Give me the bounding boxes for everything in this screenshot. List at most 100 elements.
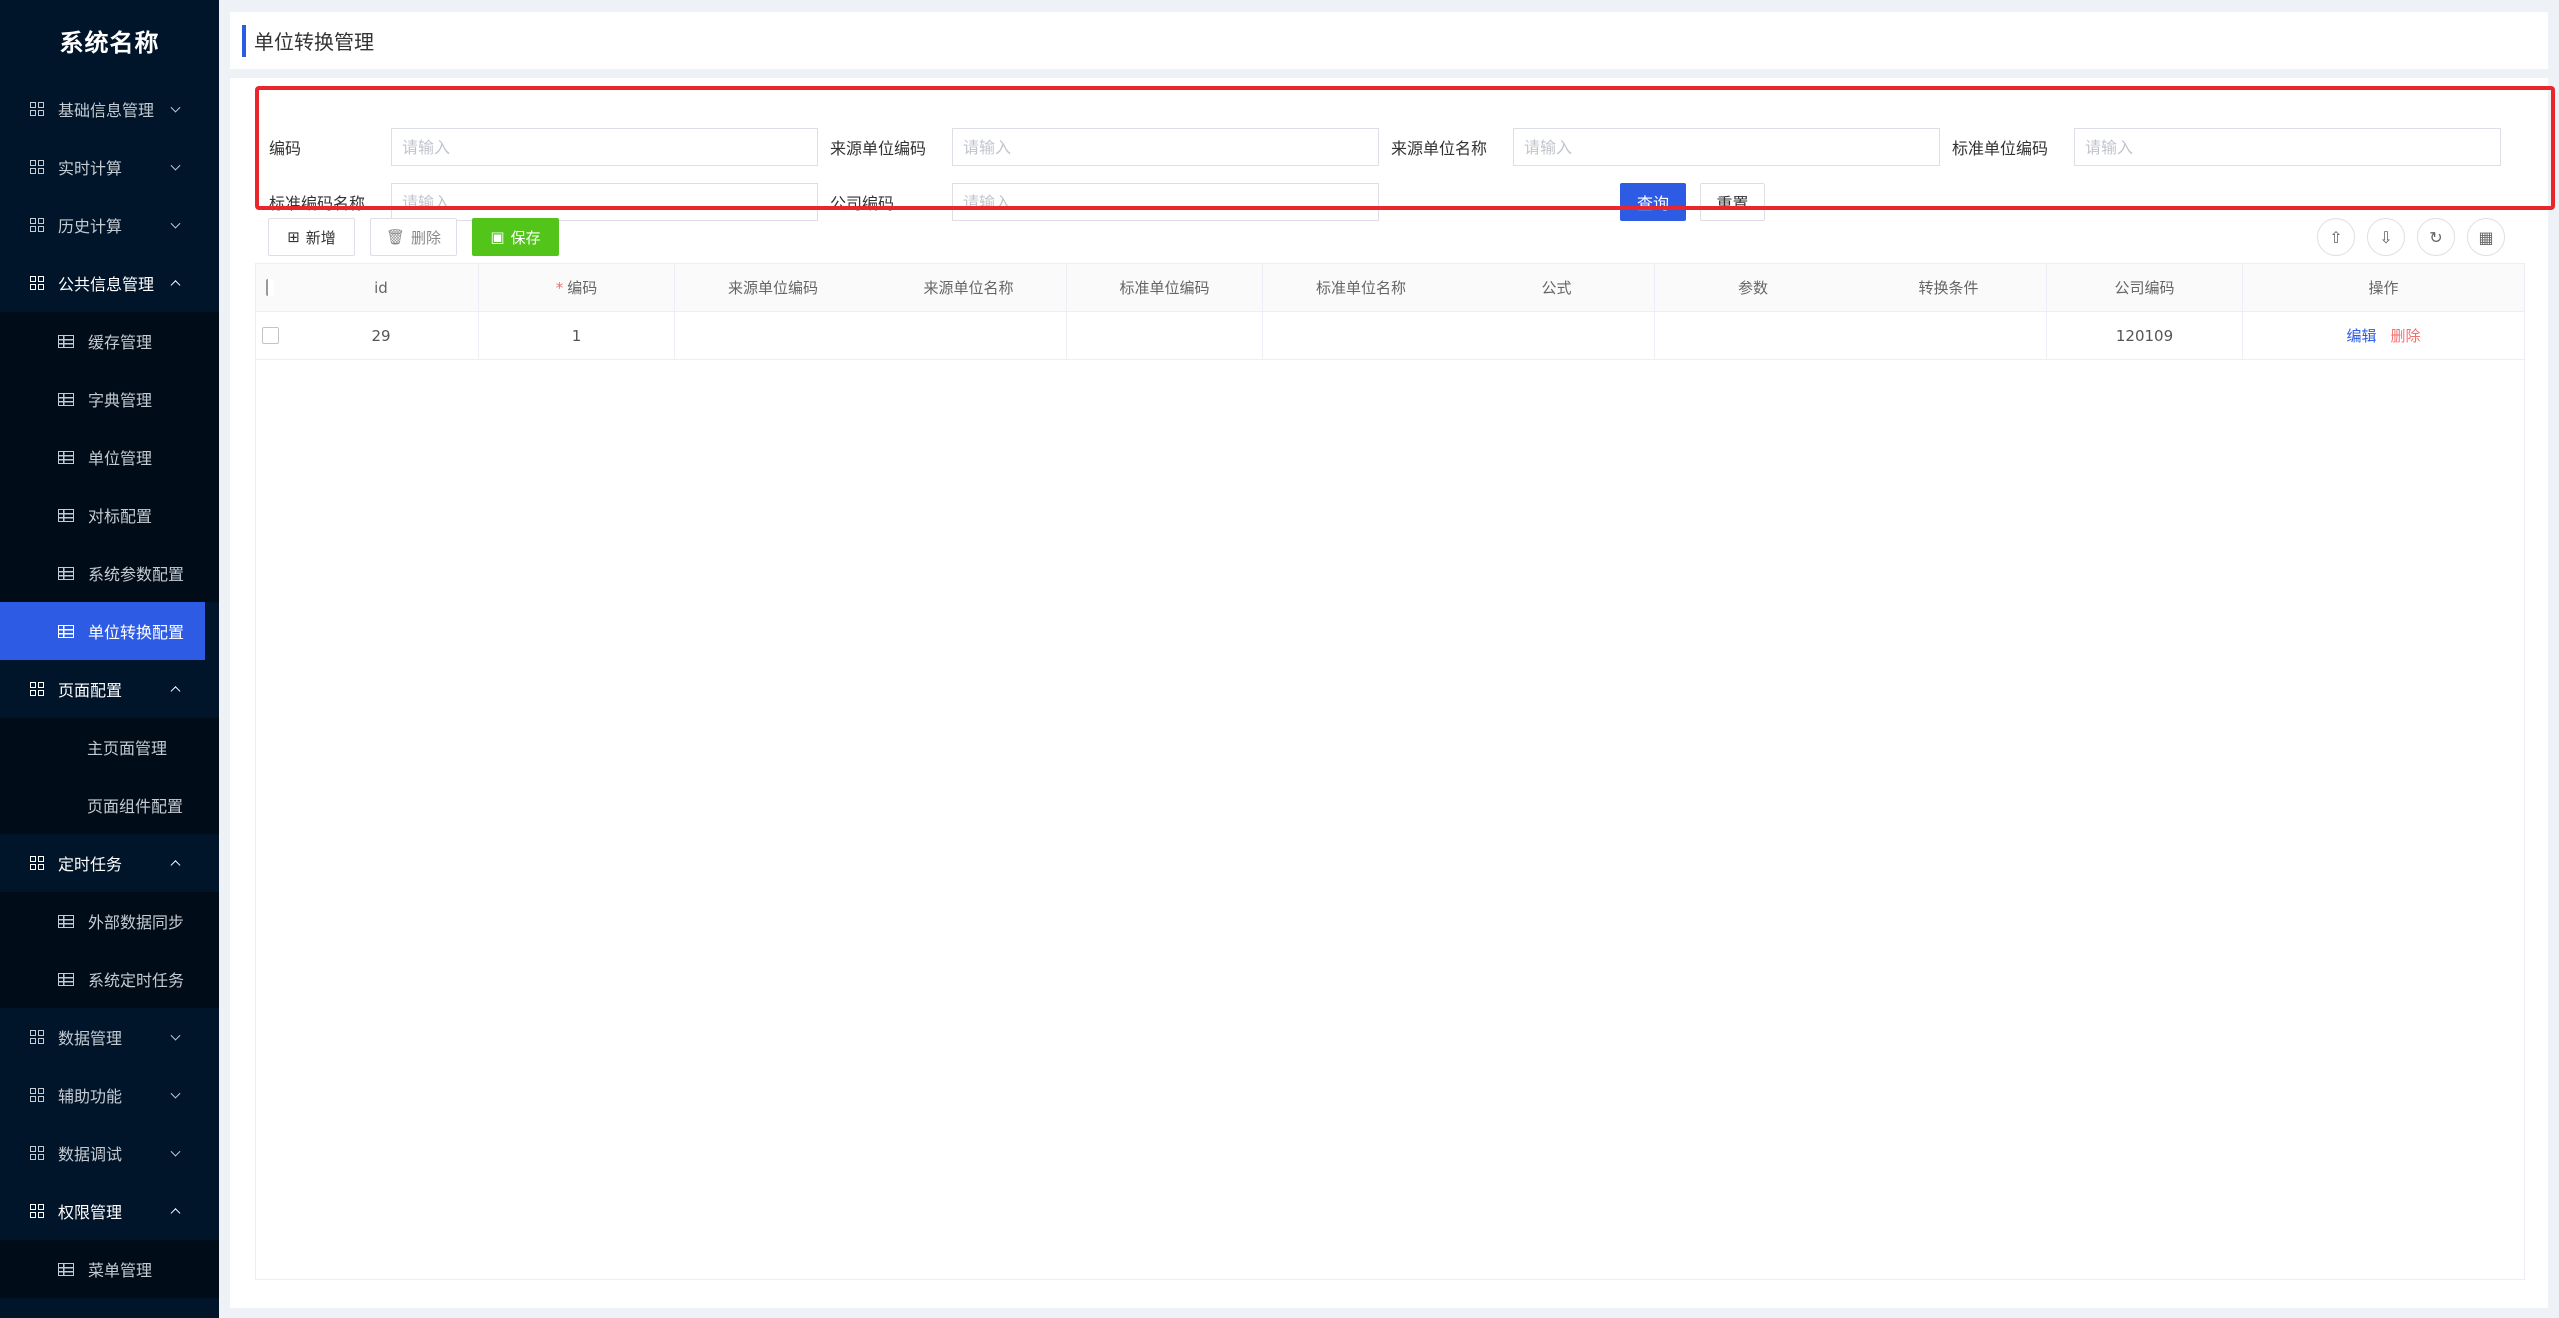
sidebar-item-scheduled-tasks[interactable]: 定时任务 <box>0 834 219 892</box>
sidebar-item-label: 单位转换配置 <box>88 623 185 642</box>
grid-icon <box>30 1030 44 1044</box>
cell-condition[interactable] <box>1851 312 2047 359</box>
grid-icon <box>30 682 44 696</box>
sidebar-item-page-component[interactable]: 页面组件配置 <box>0 776 219 834</box>
field-std-code-name: 标准编码名称 <box>269 183 818 221</box>
cell-code[interactable]: 1 <box>479 312 675 359</box>
table-icon <box>58 392 74 406</box>
table-header-row: id * 编码 来源单位编码 来源单位名称 标准单位编码 标准单位名称 公式 参… <box>256 264 2524 312</box>
columns-icon[interactable]: ▦ <box>2467 218 2505 256</box>
sidebar-item-label: 数据调试 <box>58 1145 123 1164</box>
sidebar-item-sys-params[interactable]: 系统参数配置 <box>0 544 219 602</box>
grid-icon <box>30 160 44 174</box>
sidebar-item-label: 菜单管理 <box>88 1261 153 1280</box>
cell-src-code[interactable] <box>675 312 871 359</box>
cell-param[interactable] <box>1655 312 1851 359</box>
upload-icon[interactable]: ⇧ <box>2317 218 2355 256</box>
chevron-down-icon <box>170 102 181 113</box>
code-input[interactable] <box>391 128 818 166</box>
field-src-unit-name: 来源单位名称 <box>1391 128 1940 166</box>
company-code-input[interactable] <box>952 183 1379 221</box>
chevron-up-icon <box>170 280 181 291</box>
col-header: 参数 <box>1737 279 1768 297</box>
col-header: 标准单位编码 <box>1067 264 1263 311</box>
col-header: 来源单位编码 <box>727 279 818 297</box>
sidebar: 系统名称 基础信息管理 实时计算 历史计算 公共信息管理 缓存管理 字典管理 单… <box>0 0 219 1318</box>
sidebar-item-unit[interactable]: 单位管理 <box>0 428 219 486</box>
sidebar-item-label: 外部数据同步 <box>88 913 185 932</box>
sidebar-item-debug[interactable]: 数据调试 <box>0 1124 219 1182</box>
sidebar-item-external-sync[interactable]: 外部数据同步 <box>0 892 219 950</box>
save-button-label: 保存 <box>510 228 541 247</box>
std-unit-code-input[interactable] <box>2074 128 2501 166</box>
field-src-unit-code: 来源单位编码 <box>830 128 1379 166</box>
field-label: 标准单位编码 <box>1952 139 2049 158</box>
edit-link[interactable]: 编辑 <box>2346 325 2376 346</box>
table-row[interactable]: 29 1 120109 编辑 删除 <box>256 312 2524 360</box>
sidebar-item-unit-conversion[interactable]: 单位转换配置 <box>0 602 205 660</box>
cell-std-code[interactable] <box>1067 312 1263 359</box>
delete-button[interactable]: 🗑 删除 <box>370 218 457 256</box>
sidebar-item-main-page[interactable]: 主页面管理 <box>0 718 219 776</box>
table-icon <box>58 450 74 464</box>
save-button[interactable]: ▣ 保存 <box>472 218 559 256</box>
sidebar-item-benchmark[interactable]: 对标配置 <box>0 486 219 544</box>
src-unit-name-input[interactable] <box>1513 128 1940 166</box>
table-icon <box>58 972 74 986</box>
delete-link[interactable]: 删除 <box>2391 325 2421 346</box>
sidebar-item-permissions[interactable]: 权限管理 <box>0 1182 219 1240</box>
sidebar-item-aux[interactable]: 辅助功能 <box>0 1066 219 1124</box>
std-code-name-input[interactable] <box>391 183 818 221</box>
sidebar-item-menu-mgmt[interactable]: 菜单管理 <box>0 1240 219 1298</box>
sidebar-item-label: 实时计算 <box>58 159 123 178</box>
src-unit-code-input[interactable] <box>952 128 1379 166</box>
reset-button[interactable]: 重置 <box>1700 183 1765 221</box>
grid-icon <box>30 218 44 232</box>
field-label: 编码 <box>269 139 302 158</box>
field-company-code: 公司编码 <box>830 183 1379 221</box>
cell-std-name[interactable] <box>1263 312 1459 359</box>
col-header: 来源单位名称 <box>871 264 1067 311</box>
chevron-down-icon <box>170 218 181 229</box>
delete-button-label: 删除 <box>411 228 442 247</box>
sidebar-item-basic-info[interactable]: 基础信息管理 <box>0 80 219 138</box>
add-button[interactable]: ⊞ 新增 <box>268 218 355 256</box>
main-panel: 编码 来源单位编码 来源单位名称 标准单位编码 标准编码名称 公司编码 查询 重… <box>230 78 2548 1308</box>
cell-formula[interactable] <box>1459 312 1655 359</box>
sidebar-item-label: 对标配置 <box>88 507 153 526</box>
sidebar-item-label: 页面配置 <box>58 681 123 700</box>
table-icon <box>58 566 74 580</box>
cell-src-name[interactable] <box>871 312 1067 359</box>
sidebar-item-dictionary[interactable]: 字典管理 <box>0 370 219 428</box>
cell-actions: 编辑 删除 <box>2243 312 2524 359</box>
table-icon <box>58 624 74 638</box>
cell-id: 29 <box>284 312 479 359</box>
plus-square-icon: ⊞ <box>287 228 300 246</box>
sidebar-item-label: 单位管理 <box>88 449 153 468</box>
download-icon[interactable]: ⇩ <box>2367 218 2405 256</box>
row-checkbox[interactable] <box>256 312 284 359</box>
title-accent-bar <box>242 24 246 57</box>
field-code: 编码 <box>269 128 818 166</box>
sidebar-item-realtime[interactable]: 实时计算 <box>0 138 219 196</box>
table-icon <box>58 334 74 348</box>
sidebar-item-public-info[interactable]: 公共信息管理 <box>0 254 219 312</box>
query-button[interactable]: 查询 <box>1620 183 1686 221</box>
sidebar-item-data-mgmt[interactable]: 数据管理 <box>0 1008 219 1066</box>
sidebar-item-label: 权限管理 <box>58 1203 123 1222</box>
sidebar-item-label: 历史计算 <box>58 217 123 236</box>
field-label: 标准编码名称 <box>269 194 366 213</box>
sidebar-item-history[interactable]: 历史计算 <box>0 196 219 254</box>
col-header: * 编码 <box>479 264 675 311</box>
sidebar-item-label: 页面组件配置 <box>87 797 184 816</box>
grid-icon <box>30 1146 44 1160</box>
field-std-unit-code: 标准单位编码 <box>1952 128 2501 166</box>
required-mark: * <box>555 278 564 297</box>
col-header: 公式 <box>1459 264 1655 311</box>
select-all-checkbox[interactable] <box>256 264 284 311</box>
refresh-icon[interactable]: ↻ <box>2417 218 2455 256</box>
cell-company[interactable]: 120109 <box>2047 312 2243 359</box>
sidebar-item-page-config[interactable]: 页面配置 <box>0 660 219 718</box>
sidebar-item-system-tasks[interactable]: 系统定时任务 <box>0 950 219 1008</box>
sidebar-item-cache[interactable]: 缓存管理 <box>0 312 219 370</box>
